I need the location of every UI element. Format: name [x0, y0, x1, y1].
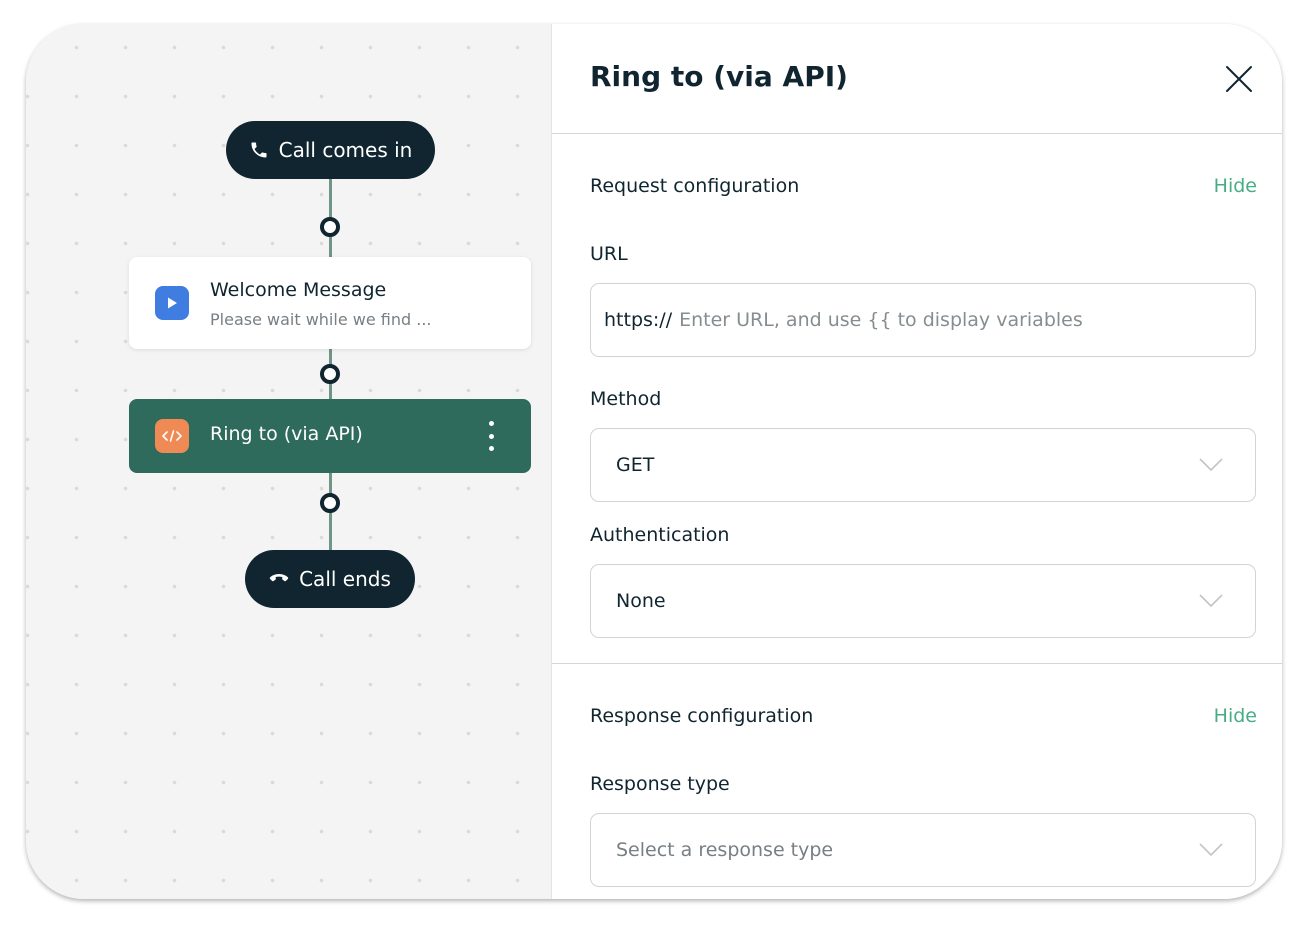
authentication-label: Authentication: [590, 524, 730, 546]
panel-title: Ring to (via API): [590, 60, 848, 93]
flow-canvas[interactable]: Call comes in Welcome Message Please wai…: [26, 24, 551, 899]
url-label: URL: [590, 243, 628, 265]
authentication-value: None: [616, 590, 666, 612]
more-vertical-icon[interactable]: [487, 421, 495, 451]
phone-icon: [251, 142, 267, 158]
method-select[interactable]: GET: [590, 428, 1256, 502]
url-input[interactable]: [679, 309, 1255, 331]
call-comes-in-node[interactable]: Call comes in: [226, 121, 435, 179]
hang-up-icon: [269, 574, 289, 582]
welcome-message-node[interactable]: Welcome Message Please wait while we fin…: [129, 257, 531, 349]
ring-to-api-title: Ring to (via API): [210, 423, 363, 445]
chevron-down-icon: [1199, 594, 1223, 608]
section-divider: [552, 663, 1282, 664]
header-divider: [552, 133, 1282, 134]
add-step-connector-3[interactable]: [320, 493, 340, 513]
close-icon[interactable]: [1224, 64, 1254, 94]
chevron-down-icon: [1199, 843, 1223, 857]
app-frame: Call comes in Welcome Message Please wai…: [26, 24, 1282, 899]
call-ends-node[interactable]: Call ends: [245, 550, 415, 608]
request-config-title: Request configuration: [590, 175, 800, 197]
url-field[interactable]: https://: [590, 283, 1256, 357]
call-comes-in-label: Call comes in: [278, 138, 413, 162]
response-type-label: Response type: [590, 773, 730, 795]
add-step-connector-1[interactable]: [320, 217, 340, 237]
url-prefix: https://: [604, 309, 673, 331]
response-config-title: Response configuration: [590, 705, 814, 727]
config-panel: Ring to (via API) Request configuration …: [551, 24, 1282, 899]
ring-to-api-node[interactable]: Ring to (via API): [129, 399, 531, 473]
response-config-hide-link[interactable]: Hide: [1214, 705, 1257, 727]
response-type-select[interactable]: Select a response type: [590, 813, 1256, 887]
add-step-connector-2[interactable]: [320, 364, 340, 384]
method-value: GET: [616, 454, 655, 476]
call-ends-label: Call ends: [299, 567, 391, 591]
response-type-placeholder: Select a response type: [616, 839, 834, 861]
method-label: Method: [590, 388, 662, 410]
welcome-message-subtitle: Please wait while we find ...: [210, 310, 432, 329]
welcome-message-title: Welcome Message: [210, 279, 387, 301]
play-icon: [155, 286, 189, 320]
chevron-down-icon: [1199, 458, 1223, 472]
authentication-select[interactable]: None: [590, 564, 1256, 638]
code-icon: [155, 419, 189, 453]
flow-connector-line: [329, 174, 332, 607]
request-config-hide-link[interactable]: Hide: [1214, 175, 1257, 197]
